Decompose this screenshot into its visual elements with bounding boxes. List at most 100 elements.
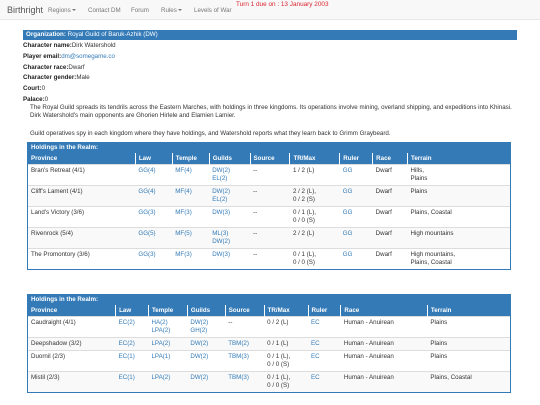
temple-holding-link[interactable]: MF(4) [175,188,192,195]
source-holding-cell: -- [250,206,290,228]
law-holding-link[interactable]: GG(5) [138,230,155,237]
guild-holding-link[interactable]: DW(2) [190,353,208,360]
temple-holding-link[interactable]: LPA(2) [151,374,170,381]
source-holding-cell: -- [253,167,258,174]
law-holding-link[interactable]: GG(3) [138,209,155,216]
guild-holding-link[interactable]: DW(3) [212,209,230,216]
province-cell: Caudraight (4/1) [28,316,116,338]
ruler-link[interactable]: GG [343,167,353,174]
terrain-cell: Plains, Coastal [410,259,452,266]
law-holding-link[interactable]: EC(1) [119,353,135,360]
nav-rules-dropdown[interactable]: Rules [161,7,182,14]
ruler-link[interactable]: EC [311,374,320,381]
temple-holding-link[interactable]: HA(2) [151,319,167,326]
source-holding-cell[interactable]: TBM(3) [228,353,249,360]
temple-holding-cell: LPA(2) [148,337,188,351]
trade-route-cell: 0 / 0 (S) [267,361,290,368]
province-cell: The Promontory (3/6) [28,248,136,269]
race-cell: Dwarf [372,227,408,249]
race-cell: Dwarf [372,164,408,186]
trade-route-cell: 0 / 0 (S) [292,259,315,266]
guild-holding-link[interactable]: DW(2) [212,167,230,174]
province-cell: Land's Victory (3/6) [31,209,84,216]
temple-holding-link[interactable]: MF(4) [175,167,192,174]
guild-holding-link[interactable]: GH(2) [190,327,207,334]
race-cell: Dwarf [375,209,392,216]
race-cell: Dwarf [372,185,408,207]
player-email-link[interactable]: dm@somegame.co [61,53,115,60]
column-header-guilds: Guilds [186,305,226,317]
guild-holding-link[interactable]: DW(2) [212,188,230,195]
law-holding-link[interactable]: EC(2) [119,340,135,347]
temple-holding-cell: MF(4) [172,185,210,207]
guild-holding-link[interactable]: DW(2) [212,238,230,245]
ruler-cell: EC [308,337,341,351]
trade-route-cell: 2 / 2 (L), 0 / 2 (S) [289,185,340,207]
source-holding-cell: -- [250,164,290,186]
organization-label: Organization: [26,31,66,38]
ruler-cell: GG [339,227,373,249]
guild-holding-link[interactable]: DW(2) [190,319,208,326]
race-cell: Dwarf [372,206,408,228]
trade-route-cell: 0 / 1 (L), 0 / 0 (S) [289,248,340,269]
trade-route-cell: 0 / 0 (S) [292,217,315,224]
guild-holding-link[interactable]: DW(2) [190,374,208,381]
ruler-link[interactable]: GG [343,188,353,195]
nav-forum[interactable]: Forum [131,7,149,14]
ruler-link[interactable]: GG [343,230,353,237]
temple-holding-cell: LPA(1) [148,350,188,372]
court-line: Court:0 [23,85,46,92]
brand-link[interactable]: Birthright [7,5,43,15]
law-holding-cell: EC(2) [115,316,149,338]
temple-holding-link[interactable]: MF(3) [175,251,192,258]
ruler-link[interactable]: GG [343,209,353,216]
law-holding-cell: EC(1) [115,371,149,392]
law-holding-link[interactable]: GG(3) [138,251,155,258]
guild-holding-cell: DW(2) [187,337,226,351]
guild-holding-link[interactable]: EL(2) [212,175,227,182]
race-cell: Human - Anuirean [340,316,428,338]
law-holding-link[interactable]: GG(4) [138,167,155,174]
column-header-source: Source [249,153,290,165]
guild-holding-link[interactable]: ML(3) [212,230,228,237]
temple-holding-link[interactable]: LPA(2) [151,340,170,347]
guild-holding-link[interactable]: DW(2) [190,340,208,347]
source-holding-cell[interactable]: TBM(3) [228,374,249,381]
ruler-cell: EC [308,350,341,372]
temple-holding-link[interactable]: MF(5) [175,230,192,237]
ruler-link[interactable]: GG [343,251,353,258]
terrain-cell: Plains [427,337,510,351]
law-holding-link[interactable]: GG(4) [138,188,155,195]
ruler-link[interactable]: EC [311,353,320,360]
terrain-cell: Plains [407,185,510,207]
temple-holding-link[interactable]: LPA(2) [151,327,170,334]
source-holding-cell: -- [250,248,290,269]
terrain-cell: High mountains [407,227,510,249]
temple-holding-link[interactable]: LPA(1) [151,353,170,360]
law-holding-link[interactable]: EC(1) [119,374,135,381]
table-row: Cliff's Lament (4/1) GG(4) MF(4) DW(2) EL(2)… [28,185,510,207]
guild-holding-cell: DW(3) [209,248,251,269]
table-row: Bran's Retreat (4/1) GG(4) MF(4) DW(2) EL(2)… [28,164,510,186]
law-holding-link[interactable]: EC(2) [119,319,135,326]
province-cell: Deepshadow (3/2) [28,337,116,351]
ruler-link[interactable]: EC [311,319,320,326]
guild-holding-link[interactable]: DW(3) [212,251,230,258]
palace-line: Palace:0 [23,96,49,103]
source-holding-cell[interactable]: TBM(2) [228,340,249,347]
ruler-link[interactable]: EC [311,340,320,347]
table-row: Caudraight (4/1) EC(2) HA(2) LPA(2) DW(2) GH(… [28,316,510,338]
column-header-terrain: Terrain [426,305,510,317]
guild-holding-cell: ML(3) DW(2) [209,227,251,249]
chevron-down-icon [71,9,76,12]
temple-holding-link[interactable]: MF(3) [175,209,192,216]
nav-contact-dm[interactable]: Contact DM [88,7,121,14]
nav-levels-of-war[interactable]: Levels of War [194,7,232,14]
province-cell: Caudraight (4/1) [31,319,76,326]
race-cell: Human - Anuirean [343,340,394,347]
nav-regions-dropdown[interactable]: Regions [48,7,76,14]
organization-spy-note: Guild operatives spy in each kingdom whe… [30,130,391,137]
trade-route-cell: 2 / 2 (L) [289,227,340,249]
race-cell: Dwarf [372,248,408,269]
guild-holding-link[interactable]: EL(2) [212,196,227,203]
